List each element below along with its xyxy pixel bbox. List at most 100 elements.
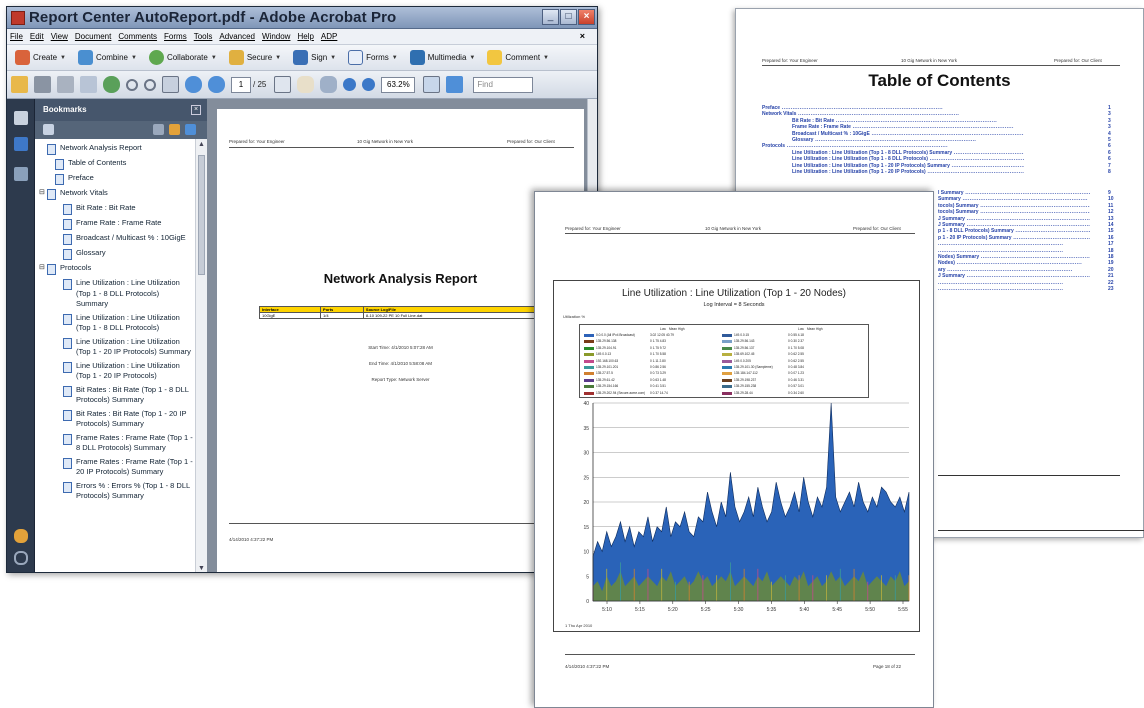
- bookmark-item[interactable]: Broadcast / Multicast % : 10GigE: [35, 233, 195, 245]
- toc-entry[interactable]: l Summary ..............................…: [938, 190, 1090, 196]
- maximize-button[interactable]: □: [560, 9, 577, 25]
- bookmark-item[interactable]: Bit Rate : Bit Rate: [35, 203, 195, 215]
- bookmark-item[interactable]: Glossary: [35, 248, 195, 260]
- comment-button[interactable]: Comment ▼: [483, 48, 553, 68]
- bookmark-item[interactable]: Frame Rates : Frame Rate (Top 1 - 8 DLL …: [35, 433, 195, 454]
- bookmark-item[interactable]: ⊟ Protocols: [35, 263, 195, 275]
- comments-icon[interactable]: [14, 529, 28, 543]
- sign-button[interactable]: Sign ▼: [289, 48, 340, 68]
- pages-icon[interactable]: [14, 111, 28, 125]
- bookmark-item[interactable]: Bit Rates : Bit Rate (Top 1 - 8 DLL Prot…: [35, 385, 195, 406]
- find-input[interactable]: Find: [473, 76, 534, 93]
- find-text-icon[interactable]: [144, 78, 156, 91]
- close-button[interactable]: ×: [578, 9, 595, 25]
- combine-button[interactable]: Combine ▼: [74, 48, 141, 68]
- zoom-in-icon[interactable]: [362, 78, 376, 91]
- toc-entry[interactable]: Network Vitals .........................…: [762, 111, 1024, 117]
- toc-entry[interactable]: p 1 - 20 IP Protocols) Summary .........…: [938, 235, 1090, 241]
- email-icon[interactable]: [80, 76, 97, 93]
- toc-entry[interactable]: J Summary ..............................…: [938, 216, 1090, 222]
- expand-toggle-icon[interactable]: ⊟: [39, 188, 47, 199]
- toc-entry[interactable]: Nodes) .................................…: [938, 260, 1090, 266]
- toc-entry[interactable]: J Summary ..............................…: [938, 222, 1090, 228]
- zoom-tool-icon[interactable]: [320, 76, 338, 93]
- close-panel-icon[interactable]: ×: [191, 105, 201, 115]
- toc-entry[interactable]: Preface ................................…: [762, 105, 1024, 111]
- toc-entry[interactable]: Nodes) Summary .........................…: [938, 254, 1090, 260]
- document-close-icon[interactable]: ×: [580, 31, 585, 41]
- bookmark-item[interactable]: Frame Rates : Frame Rate (Top 1 - 20 IP …: [35, 457, 195, 478]
- page-number-input[interactable]: 1: [231, 76, 251, 93]
- bookmark-item[interactable]: Preface: [35, 173, 195, 185]
- bookmarks-icon[interactable]: [14, 137, 28, 151]
- bookmark-item[interactable]: Network Analysis Report: [35, 143, 195, 155]
- toc-entry[interactable]: Line Utilization : Line Utilization (Top…: [792, 169, 1024, 175]
- create-button[interactable]: Create ▼: [11, 48, 70, 68]
- bookmark-item[interactable]: Line Utilization : Line Utilization (Top…: [35, 313, 195, 334]
- zoom-level-input[interactable]: 63.2%: [381, 76, 416, 93]
- toc-entry[interactable]: Protocols ..............................…: [762, 143, 1024, 149]
- new-bookmark-icon[interactable]: [169, 124, 180, 135]
- bookmark-item[interactable]: Errors % : Errors % (Top 1 - 8 DLL Proto…: [35, 481, 195, 502]
- save-icon[interactable]: [57, 76, 74, 93]
- previous-page-icon[interactable]: [185, 76, 202, 93]
- toc-entry[interactable]: J Summary ..............................…: [938, 273, 1090, 279]
- menu-forms[interactable]: Forms: [164, 32, 187, 41]
- toc-entry[interactable]: Summary ................................…: [938, 196, 1090, 202]
- attachments-icon[interactable]: [14, 551, 28, 565]
- bookmarks-scrollbar[interactable]: ▲ ▼: [195, 139, 207, 572]
- collaborate-button[interactable]: Collaborate ▼: [145, 48, 221, 68]
- open-folder-icon[interactable]: [11, 76, 28, 93]
- bookmark-item[interactable]: Table of Contents: [35, 158, 195, 170]
- minimize-button[interactable]: _: [542, 9, 559, 25]
- toc-entry[interactable]: Line Utilization : Line Utilization (Top…: [792, 156, 1024, 162]
- print-icon[interactable]: [34, 76, 51, 93]
- forms-button[interactable]: Forms ▼: [344, 48, 402, 68]
- expand-toggle-icon[interactable]: ⊟: [39, 263, 47, 274]
- bookmark-item[interactable]: ⊟ Network Vitals: [35, 188, 195, 200]
- page-view-icon[interactable]: [162, 76, 179, 93]
- menu-adp[interactable]: ADP: [321, 32, 337, 41]
- toc-entry[interactable]: p 1 - 8 DLL Protocols) Summary .........…: [938, 228, 1090, 234]
- toc-entry[interactable]: ........................................…: [938, 248, 1090, 254]
- web-icon[interactable]: [103, 76, 120, 93]
- select-tool-icon[interactable]: [274, 76, 292, 93]
- options-icon[interactable]: [43, 124, 54, 135]
- toc-entry[interactable]: Frame Rate : Frame Rate ................…: [792, 124, 1024, 130]
- menu-file[interactable]: File: [10, 32, 23, 41]
- search-icon[interactable]: [126, 78, 138, 91]
- menu-advanced[interactable]: Advanced: [219, 32, 255, 41]
- menu-view[interactable]: View: [51, 32, 68, 41]
- fit-page-icon[interactable]: [446, 76, 464, 93]
- delete-bookmark-icon[interactable]: [153, 124, 164, 135]
- toc-entry[interactable]: Line Utilization : Line Utilization (Top…: [792, 163, 1024, 169]
- toc-entry[interactable]: ........................................…: [938, 241, 1090, 247]
- toc-entry[interactable]: Glossary ...............................…: [792, 137, 1024, 143]
- menu-comments[interactable]: Comments: [118, 32, 157, 41]
- menu-tools[interactable]: Tools: [194, 32, 213, 41]
- menu-window[interactable]: Window: [262, 32, 290, 41]
- bookmark-item[interactable]: Bit Rates : Bit Rate (Top 1 - 20 IP Prot…: [35, 409, 195, 430]
- hand-tool-icon[interactable]: [297, 76, 315, 93]
- bookmark-item[interactable]: Line Utilization : Line Utilization (Top…: [35, 337, 195, 358]
- fit-width-icon[interactable]: [423, 76, 441, 93]
- toc-entry[interactable]: ary ....................................…: [938, 267, 1090, 273]
- bookmark-item[interactable]: Line Utilization : Line Utilization (Top…: [35, 278, 195, 310]
- menu-document[interactable]: Document: [75, 32, 111, 41]
- expand-bookmark-icon[interactable]: [185, 124, 196, 135]
- menu-edit[interactable]: Edit: [30, 32, 44, 41]
- toc-entry[interactable]: Broadcast / Multicast % : 10GigE .......…: [792, 131, 1024, 137]
- multimedia-button[interactable]: Multimedia ▼: [406, 48, 480, 68]
- next-page-icon[interactable]: [208, 76, 225, 93]
- toc-entry[interactable]: Line Utilization : Line Utilization (Top…: [792, 150, 1024, 156]
- toc-entry[interactable]: ........................................…: [938, 286, 1090, 292]
- toc-entry[interactable]: tocols) Summary ........................…: [938, 203, 1090, 209]
- menu-help[interactable]: Help: [297, 32, 313, 41]
- secure-button[interactable]: Secure ▼: [225, 48, 285, 68]
- zoom-out-icon[interactable]: [343, 78, 357, 91]
- bookmark-item[interactable]: Line Utilization : Line Utilization (Top…: [35, 361, 195, 382]
- toc-entry[interactable]: Bit Rate : Bit Rate ....................…: [792, 118, 1024, 124]
- signatures-icon[interactable]: [14, 167, 28, 181]
- toc-entry[interactable]: tocols) Summary ........................…: [938, 209, 1090, 215]
- toc-entry[interactable]: ........................................…: [938, 280, 1090, 286]
